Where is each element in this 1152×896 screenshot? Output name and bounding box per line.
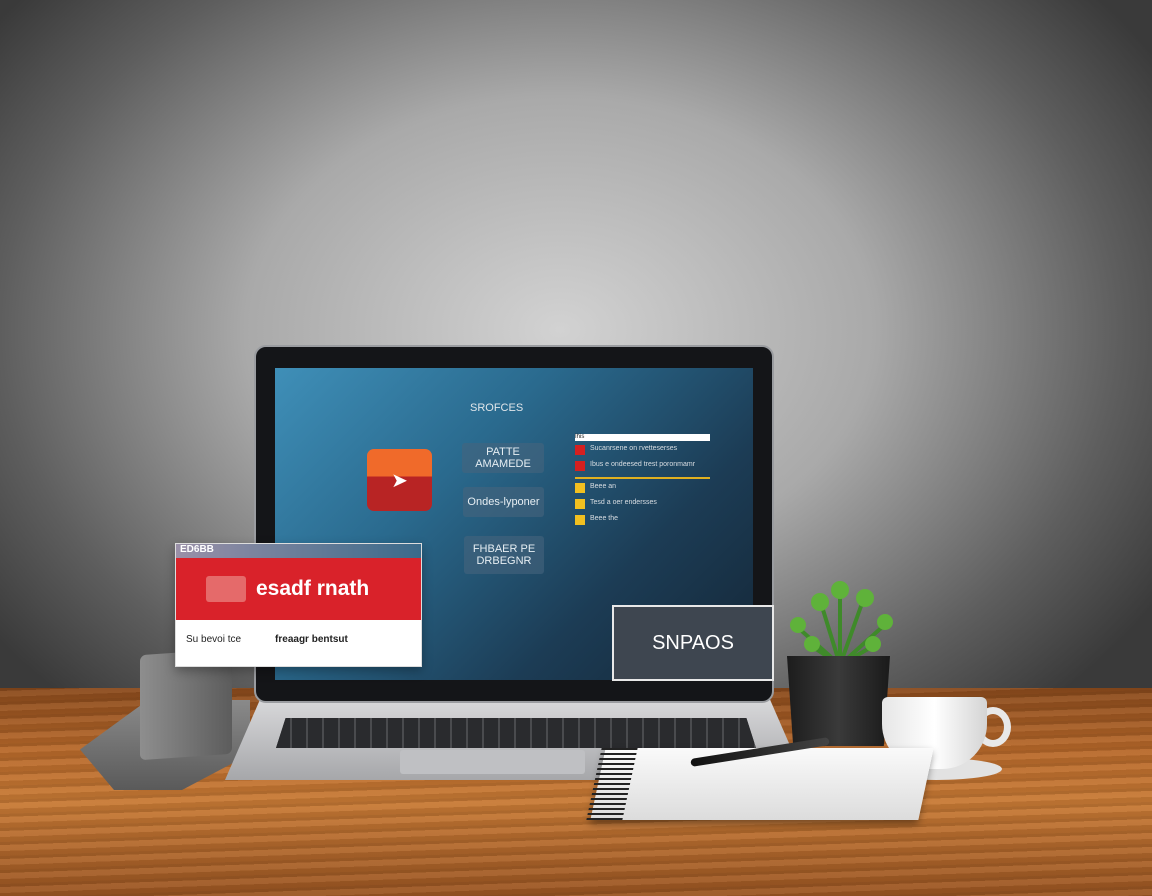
file-icon — [575, 461, 585, 471]
plant-pot — [787, 656, 890, 746]
folder-icon — [206, 576, 246, 602]
notebook — [590, 748, 934, 820]
plant — [790, 581, 893, 665]
folder-icon — [575, 483, 585, 493]
card-headline: esadf rnath — [256, 577, 370, 600]
folder-icon — [575, 499, 585, 509]
cursor-icon: ➤ — [391, 469, 408, 492]
touchpad — [400, 750, 585, 774]
screen-button-1[interactable]: PATTE AMAMEDE — [462, 443, 544, 473]
app-icon[interactable]: ➤ — [367, 449, 432, 511]
floating-red-card: ED6BB esadf rnath Su bevoi tce freaagr be… — [175, 543, 422, 667]
divider — [575, 477, 710, 479]
keyboard — [276, 718, 756, 748]
screen-button-3[interactable]: FHBAER PE DRBEGNR — [464, 536, 544, 574]
floating-dark-card: SNPAOS — [612, 605, 774, 681]
card-subtext: Su bevoi tce — [186, 634, 242, 645]
screen-button-2[interactable]: Ondes-lyponer — [463, 487, 544, 517]
list-item[interactable]: Sucanrsene on rvetteserses — [575, 445, 710, 455]
screen-title: SROFCES — [470, 402, 524, 414]
card-subtext: freaagr bentsut — [275, 634, 348, 645]
file-icon — [575, 445, 585, 455]
folder-icon — [575, 515, 585, 525]
file-list: Ihis Sucanrsene on rvetteserses Ibus e o… — [575, 434, 710, 531]
list-item[interactable]: Beee the — [575, 515, 710, 525]
card-tab: ED6BB — [176, 544, 421, 558]
list-item[interactable]: Ibus e ondeesed trest poronmamr — [575, 461, 710, 471]
search-input[interactable]: Ihis — [575, 434, 710, 441]
list-item[interactable]: Beee an — [575, 483, 710, 493]
list-item[interactable]: Tesd a oer endersses — [575, 499, 710, 509]
